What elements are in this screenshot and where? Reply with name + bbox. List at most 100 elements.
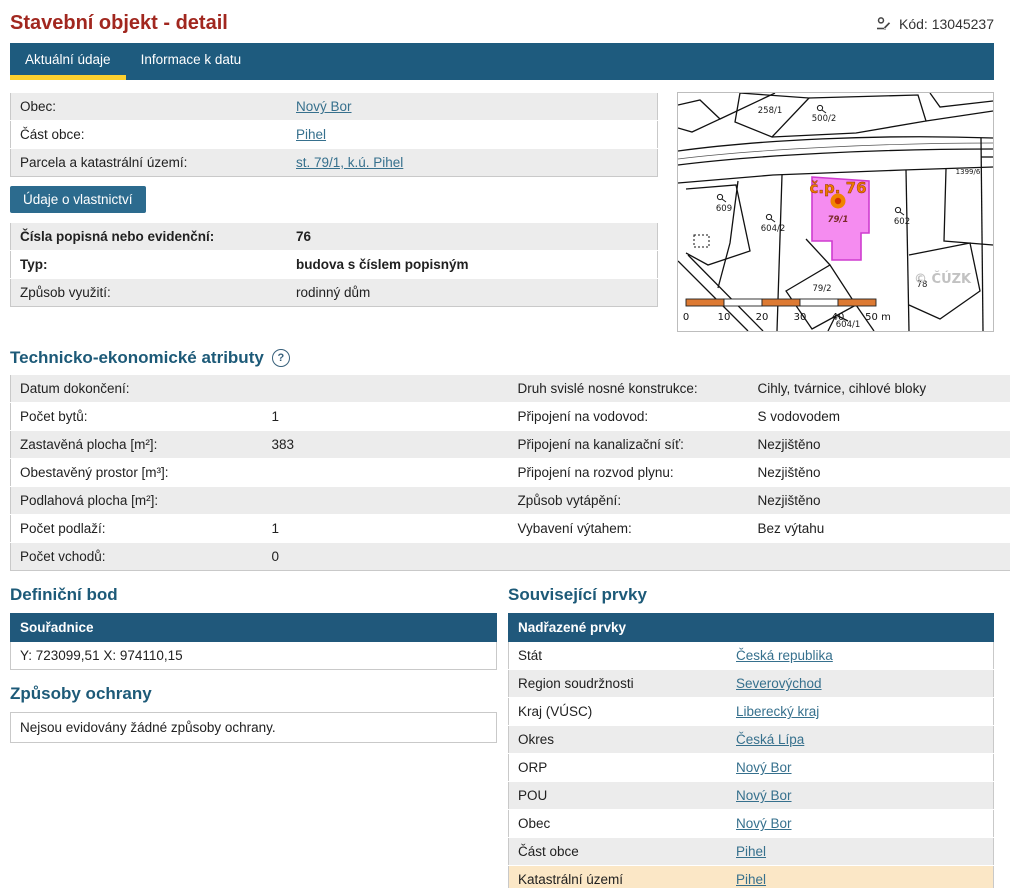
svg-text:258/1: 258/1	[758, 106, 783, 116]
code-label: Kód: 13045237	[899, 16, 994, 32]
section-title-souvisejici-prvky: Související prvky	[508, 585, 994, 605]
tech-attributes-table: Datum dokončení: Druh svislé nosné konst…	[10, 374, 1010, 571]
table-row: Čísla popisná nebo evidenční: 76	[11, 223, 658, 251]
svg-text:500/2: 500/2	[812, 114, 837, 124]
svg-text:40: 40	[832, 312, 845, 323]
table-row: Parcela a katastrální území: st. 79/1, k…	[11, 149, 658, 177]
row-label: Zastavěná plocha [m²]:	[11, 431, 263, 459]
table-row: Datum dokončení: Druh svislé nosné konst…	[11, 375, 1010, 403]
tab-aktualni-udaje[interactable]: Aktuální údaje	[10, 43, 126, 80]
row-label	[509, 543, 749, 571]
row-label: Kraj (VÚSC)	[509, 698, 728, 726]
map-parcel-number: 79/1	[828, 215, 849, 225]
row-value: Nezjištěno	[749, 487, 1010, 515]
table-row: Počet vchodů: 0	[11, 543, 1010, 571]
svg-text:50 m: 50 m	[865, 312, 891, 323]
obec-link[interactable]: Nový Bor	[736, 816, 792, 831]
table-row: Část obce: Pihel	[11, 121, 658, 149]
table-row: Počet podlaží: 1 Vybavení výtahem: Bez v…	[11, 515, 1010, 543]
table-row: POU Nový Bor	[509, 782, 994, 810]
table-header-nadrazene-prvky: Nadřazené prvky	[509, 614, 994, 642]
row-value	[263, 459, 509, 487]
table-row: Y: 723099,51 X: 974110,15	[11, 642, 497, 670]
row-label: Stát	[509, 642, 728, 670]
row-value: budova s číslem popisným	[287, 251, 658, 279]
page: Stavební objekt - detail Kód: 13045237 A…	[0, 0, 1010, 888]
table-row: Zastavěná plocha [m²]: 383 Připojení na …	[11, 431, 1010, 459]
okres-link[interactable]: Česká Lípa	[736, 732, 804, 747]
table-row: Region soudržnosti Severovýchod	[509, 670, 994, 698]
row-label: Počet bytů:	[11, 403, 263, 431]
svg-text:10: 10	[718, 312, 731, 323]
row-value: S vodovodem	[749, 403, 1010, 431]
svg-text:30: 30	[794, 312, 807, 323]
coordinates-value: Y: 723099,51 X: 974110,15	[11, 642, 497, 670]
location-table: Obec: Nový Bor Část obce: Pihel Parcela …	[10, 92, 658, 177]
katastralni-uzemi-link[interactable]: Pihel	[736, 872, 766, 887]
row-value: Bez výtahu	[749, 515, 1010, 543]
stat-link[interactable]: Česká republika	[736, 648, 833, 663]
row-label: Počet vchodů:	[11, 543, 263, 571]
row-label: Vybavení výtahem:	[509, 515, 749, 543]
row-label: POU	[509, 782, 728, 810]
map-copyright: © ČÚZK	[914, 271, 972, 287]
row-label: Okres	[509, 726, 728, 754]
table-row: Obec: Nový Bor	[11, 93, 658, 121]
row-label: Obec:	[11, 93, 288, 121]
section-title-definicni-bod: Definiční bod	[10, 585, 497, 605]
tab-bar: Aktuální údaje Informace k datu	[10, 43, 994, 80]
row-value: rodinný dům	[287, 279, 658, 307]
row-value: 1	[263, 403, 509, 431]
svg-text:604/2: 604/2	[761, 224, 786, 234]
pou-link[interactable]: Nový Bor	[736, 788, 792, 803]
parcela-link[interactable]: st. 79/1, k.ú. Pihel	[296, 155, 403, 170]
cast-obce-link[interactable]: Pihel	[736, 844, 766, 859]
row-label: Čísla popisná nebo evidenční:	[11, 223, 288, 251]
row-label: Katastrální území	[509, 866, 728, 888]
section-title-tech-attributes: Technicko-ekonomické atributy	[10, 348, 264, 368]
row-label: Druh svislé nosné konstrukce:	[509, 375, 749, 403]
tab-informace-k-datu[interactable]: Informace k datu	[126, 43, 257, 80]
row-label: Připojení na vodovod:	[509, 403, 749, 431]
row-label: Region soudržnosti	[509, 670, 728, 698]
table-row: Stát Česká republika	[509, 642, 994, 670]
row-label: Připojení na rozvod plynu:	[509, 459, 749, 487]
table-row: Podlahová plocha [m²]: Způsob vytápění: …	[11, 487, 1010, 515]
table-row: Okres Česká Lípa	[509, 726, 994, 754]
object-code: Kód: 13045237	[875, 16, 994, 32]
user-edit-icon	[875, 16, 892, 32]
related-elements-table: Nadřazené prvky Stát Česká republika Reg…	[508, 613, 994, 888]
row-value	[263, 375, 509, 403]
region-link[interactable]: Severovýchod	[736, 676, 822, 691]
header: Stavební objekt - detail Kód: 13045237	[0, 0, 1010, 43]
detail-column: Obec: Nový Bor Část obce: Pihel Parcela …	[10, 92, 658, 332]
row-label: Typ:	[11, 251, 288, 279]
table-row: ORP Nový Bor	[509, 754, 994, 782]
svg-text:20: 20	[756, 312, 769, 323]
cadastral-map-preview[interactable]: č.p. 76 79/1 258/1 500/2 609 604/2 602 7…	[677, 92, 994, 332]
svg-text:79/2: 79/2	[812, 284, 831, 294]
svg-text:609: 609	[716, 204, 732, 214]
row-value: Nezjištěno	[749, 431, 1010, 459]
row-label: Způsob vytápění:	[509, 487, 749, 515]
row-value: 383	[263, 431, 509, 459]
help-icon[interactable]: ?	[272, 349, 290, 367]
row-label: Datum dokončení:	[11, 375, 263, 403]
row-label: Počet podlaží:	[11, 515, 263, 543]
obec-link[interactable]: Nový Bor	[296, 99, 352, 114]
table-header-souradnice: Souřadnice	[11, 614, 497, 642]
table-row: Kraj (VÚSC) Liberecký kraj	[509, 698, 994, 726]
cast-obce-link[interactable]: Pihel	[296, 127, 326, 142]
row-value: 0	[263, 543, 509, 571]
row-label: Část obce:	[11, 121, 288, 149]
row-label: Připojení na kanalizační síť:	[509, 431, 749, 459]
row-label: Obec	[509, 810, 728, 838]
table-row: Způsob využití: rodinný dům	[11, 279, 658, 307]
kraj-link[interactable]: Liberecký kraj	[736, 704, 819, 719]
table-row: Typ: budova s číslem popisným	[11, 251, 658, 279]
orp-link[interactable]: Nový Bor	[736, 760, 792, 775]
row-value: 1	[263, 515, 509, 543]
ownership-button[interactable]: Údaje o vlastnictví	[10, 186, 146, 213]
row-label: Parcela a katastrální území:	[11, 149, 288, 177]
section-title-zpusoby-ochrany: Způsoby ochrany	[10, 684, 497, 704]
